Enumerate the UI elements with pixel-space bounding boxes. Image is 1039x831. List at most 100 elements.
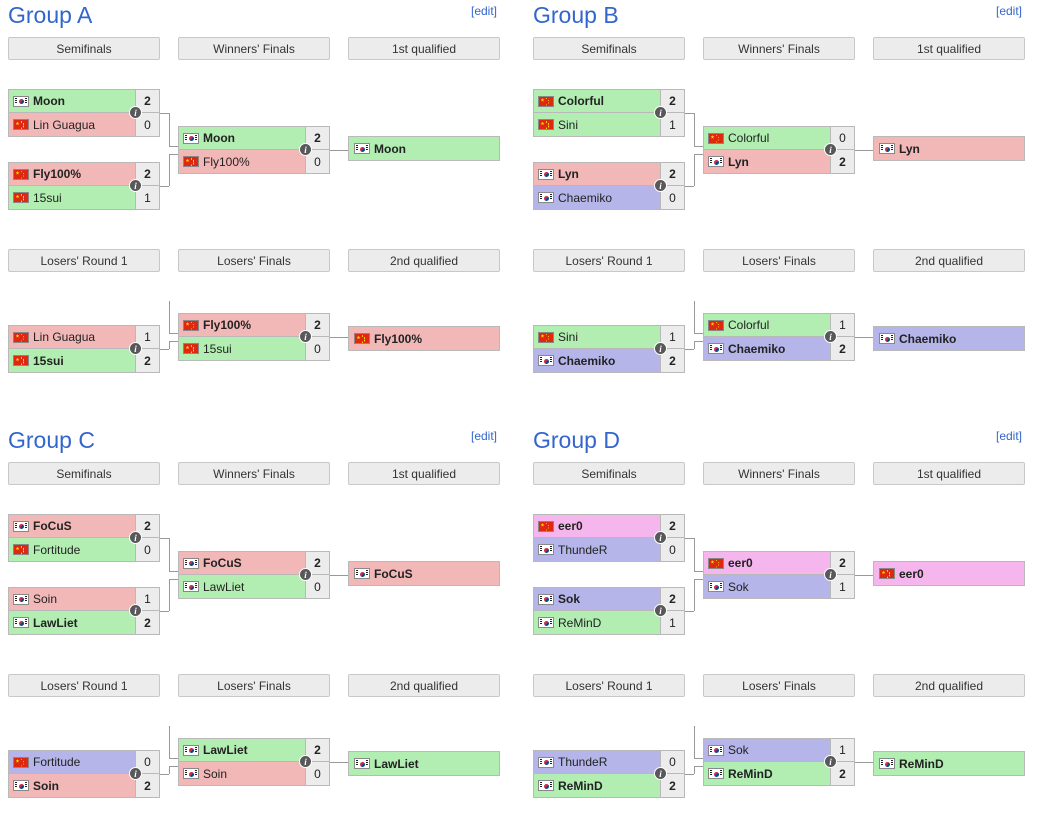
info-icon[interactable]: i <box>299 568 312 581</box>
round-header-losers-round-1[interactable]: Losers' Round 1 <box>8 249 160 272</box>
opponent-1[interactable]: Sok <box>704 739 830 761</box>
info-icon[interactable]: i <box>129 604 142 617</box>
info-icon[interactable]: i <box>299 330 312 343</box>
info-icon[interactable]: i <box>654 179 667 192</box>
round-header-semifinals[interactable]: Semifinals <box>8 462 160 485</box>
opponent-2[interactable]: Fly100% <box>179 150 305 173</box>
qualified-player[interactable]: eer0 <box>874 562 1024 585</box>
opponent-1[interactable]: eer0 <box>534 515 660 537</box>
round-header-2nd-qualified[interactable]: 2nd qualified <box>873 249 1025 272</box>
opponent-2[interactable]: 15sui <box>9 349 135 372</box>
info-icon[interactable]: i <box>654 342 667 355</box>
qualified-player[interactable]: Moon <box>349 137 499 160</box>
round-header-semifinals[interactable]: Semifinals <box>533 37 685 60</box>
qualified-player[interactable]: LawLiet <box>349 752 499 775</box>
qualified-player[interactable]: Fly100% <box>349 327 499 350</box>
opponent-2[interactable]: Lyn <box>704 150 830 173</box>
opponent-1[interactable]: eer0 <box>704 552 830 574</box>
round-header-winners-finals[interactable]: Winners' Finals <box>178 37 330 60</box>
info-icon[interactable]: i <box>824 143 837 156</box>
round-header-losers-finals[interactable]: Losers' Finals <box>178 249 330 272</box>
info-icon[interactable]: i <box>129 531 142 544</box>
opponent-1[interactable]: Lin Guagua <box>9 326 135 348</box>
round-header-1st-qualified[interactable]: 1st qualified <box>348 37 500 60</box>
round-header-1st-qualified[interactable]: 1st qualified <box>873 37 1025 60</box>
opponent-2[interactable]: 15sui <box>179 337 305 360</box>
info-icon[interactable]: i <box>824 568 837 581</box>
round-header-winners-finals[interactable]: Winners' Finals <box>703 462 855 485</box>
qualified-player[interactable]: Lyn <box>874 137 1024 160</box>
opponent-1[interactable]: Fortitude <box>9 751 135 773</box>
qualified-player[interactable]: Chaemiko <box>874 327 1024 350</box>
opponent-1[interactable]: Colorful <box>704 314 830 336</box>
opponent-2[interactable]: Chaemiko <box>704 337 830 360</box>
opponent-1[interactable]: LawLiet <box>179 739 305 761</box>
opponent-2[interactable]: Sok <box>704 575 830 598</box>
edit-link[interactable]: [edit] <box>471 429 497 443</box>
info-icon[interactable]: i <box>129 106 142 119</box>
round-header-1st-qualified[interactable]: 1st qualified <box>348 462 500 485</box>
edit-link[interactable]: [edit] <box>996 4 1022 18</box>
flag-south-korea-icon <box>183 557 199 569</box>
info-icon[interactable]: i <box>654 531 667 544</box>
connector-line <box>169 726 170 758</box>
round-header-losers-round-1[interactable]: Losers' Round 1 <box>533 674 685 697</box>
opponent-1[interactable]: Soin <box>9 588 135 610</box>
info-icon[interactable]: i <box>129 767 142 780</box>
opponent-1[interactable]: FoCuS <box>179 552 305 574</box>
round-header-2nd-qualified[interactable]: 2nd qualified <box>873 674 1025 697</box>
round-header-losers-finals[interactable]: Losers' Finals <box>703 674 855 697</box>
round-header-semifinals[interactable]: Semifinals <box>533 462 685 485</box>
opponent-2[interactable]: Chaemiko <box>534 349 660 372</box>
opponent-2[interactable]: Soin <box>9 774 135 797</box>
edit-link[interactable]: [edit] <box>471 4 497 18</box>
qualified-player[interactable]: ReMinD <box>874 752 1024 775</box>
round-header-losers-round-1[interactable]: Losers' Round 1 <box>533 249 685 272</box>
opponent-1[interactable]: Colorful <box>534 90 660 112</box>
round-header-losers-finals[interactable]: Losers' Finals <box>178 674 330 697</box>
opponent-1[interactable]: Fly100% <box>9 163 135 185</box>
opponent-1[interactable]: Sok <box>534 588 660 610</box>
opponent-1[interactable]: FoCuS <box>9 515 135 537</box>
opponent-2[interactable]: LawLiet <box>9 611 135 634</box>
flag-china-icon <box>13 355 29 366</box>
round-header-winners-finals[interactable]: Winners' Finals <box>178 462 330 485</box>
info-icon[interactable]: i <box>129 179 142 192</box>
round-header-winners-finals[interactable]: Winners' Finals <box>703 37 855 60</box>
opponent-1[interactable]: Fly100% <box>179 314 305 336</box>
opponent-2[interactable]: LawLiet <box>179 575 305 598</box>
info-icon[interactable]: i <box>129 342 142 355</box>
round-header-losers-finals[interactable]: Losers' Finals <box>703 249 855 272</box>
round-header-losers-round-1[interactable]: Losers' Round 1 <box>8 674 160 697</box>
opponent-2[interactable]: 15sui <box>9 186 135 209</box>
info-icon[interactable]: i <box>654 604 667 617</box>
opponent-1[interactable]: Lyn <box>534 163 660 185</box>
opponent-1[interactable]: Colorful <box>704 127 830 149</box>
info-icon[interactable]: i <box>654 767 667 780</box>
round-header-1st-qualified[interactable]: 1st qualified <box>873 462 1025 485</box>
opponent-2[interactable]: ReMinD <box>534 611 660 634</box>
round-header-semifinals[interactable]: Semifinals <box>8 37 160 60</box>
edit-link[interactable]: [edit] <box>996 429 1022 443</box>
info-icon[interactable]: i <box>824 330 837 343</box>
opponent-1[interactable]: Moon <box>9 90 135 112</box>
opponent-2[interactable]: Chaemiko <box>534 186 660 209</box>
info-icon[interactable]: i <box>299 755 312 768</box>
opponent-2[interactable]: Sini <box>534 113 660 136</box>
round-header-2nd-qualified[interactable]: 2nd qualified <box>348 249 500 272</box>
opponent-2[interactable]: ThundeR <box>534 538 660 561</box>
info-icon[interactable]: i <box>654 106 667 119</box>
opponent-2[interactable]: ReMinD <box>534 774 660 797</box>
round-header-2nd-qualified[interactable]: 2nd qualified <box>348 674 500 697</box>
info-icon[interactable]: i <box>299 143 312 156</box>
opponent-2[interactable]: ReMinD <box>704 762 830 785</box>
qualified-player[interactable]: FoCuS <box>349 562 499 585</box>
qualified-box: Fly100% <box>348 326 500 351</box>
opponent-1[interactable]: ThundeR <box>534 751 660 773</box>
info-icon[interactable]: i <box>824 755 837 768</box>
opponent-1[interactable]: Sini <box>534 326 660 348</box>
opponent-2[interactable]: Lin Guagua <box>9 113 135 136</box>
opponent-2[interactable]: Soin <box>179 762 305 785</box>
opponent-2[interactable]: Fortitude <box>9 538 135 561</box>
opponent-1[interactable]: Moon <box>179 127 305 149</box>
